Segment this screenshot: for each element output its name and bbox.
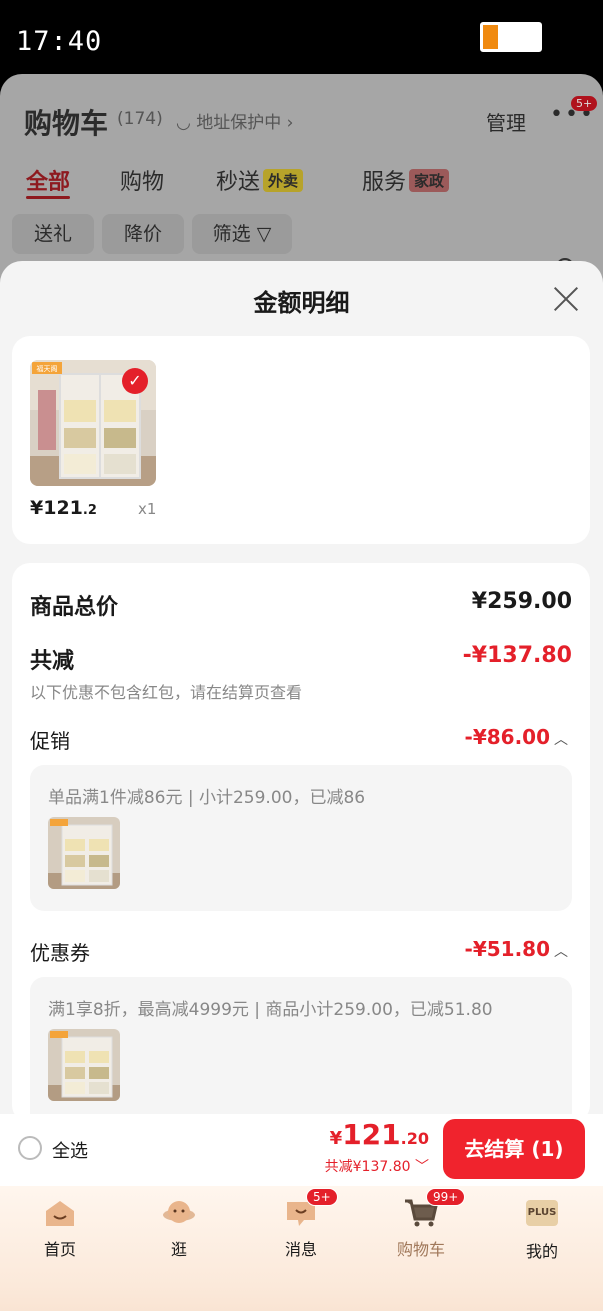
item-quantity: x1 (138, 500, 157, 518)
sheet-title: 金额明细 (253, 289, 350, 317)
cart-badge: 99+ (426, 1188, 466, 1206)
select-all-label[interactable]: 全选 (52, 1137, 88, 1163)
chip-filter[interactable]: 筛选 ▽ (192, 214, 292, 254)
promo-label: 促销 (30, 729, 70, 753)
total-value: ¥259.00 (471, 589, 572, 614)
cart-count: (174) (117, 109, 163, 129)
battery-icon (480, 22, 542, 52)
tab-messages[interactable]: 5+ 消息 (261, 1188, 341, 1260)
coupon-label: 优惠券 (30, 941, 90, 965)
close-icon[interactable] (552, 285, 580, 313)
check-icon: ✓ (122, 368, 148, 394)
chip-gift[interactable]: 送礼 (12, 214, 94, 254)
coupon-product-thumb (48, 1029, 120, 1101)
status-time: 17:40 (16, 26, 103, 57)
coupon-detail-box: 满1享8折，最高减4999元 | 商品小计259.00，已减51.80 (30, 977, 572, 1137)
tab-label: 购物车 (396, 1240, 445, 1259)
tab-home[interactable]: 首页 (20, 1198, 100, 1260)
tab-label: 消息 (284, 1240, 317, 1259)
tab-browse[interactable]: 逛 (139, 1198, 219, 1260)
chevron-up-icon: ︿ (554, 944, 568, 960)
more-badge: 5+ (571, 96, 598, 111)
checkout-bar: 全选 ¥121.20 共减¥137.80 ﹀ 去结算 (1) (0, 1114, 603, 1186)
category-tabs: 全部 购物 秒送 外卖 服务 家政 (0, 164, 603, 276)
chip-price-drop[interactable]: 降价 (102, 214, 184, 254)
message-badge: 5+ (306, 1188, 338, 1206)
message-icon: 5+ (284, 1188, 338, 1228)
discount-note: 以下优惠不包含红包，请在结算页查看 (30, 683, 303, 702)
coupon-toggle[interactable]: -¥51.80 ︿ (465, 937, 568, 961)
home-icon (43, 1198, 77, 1228)
select-all-radio[interactable] (18, 1136, 42, 1160)
tab-service[interactable]: 服务 家政 (362, 164, 450, 196)
promo-toggle[interactable]: -¥86.00 ︿ (465, 725, 568, 749)
status-bar: 17:40 (0, 0, 603, 80)
bottom-tab-bar: 首页 逛 5+ 消息 99+ 购物车 PLUS 我的 (0, 1186, 603, 1311)
item-price: ¥121.2 (30, 497, 97, 519)
tab-shopping[interactable]: 购物 (120, 164, 164, 196)
selected-items-card: 福天阁 ✓ ¥121.2 x1 (12, 336, 590, 544)
coupon-detail: 满1享8折，最高减4999元 | 商品小计259.00，已减51.80 (48, 1000, 493, 1020)
tab-mine[interactable]: PLUS 我的 (502, 1198, 582, 1262)
manage-button[interactable]: 管理 (486, 107, 526, 136)
tab-all[interactable]: 全部 (26, 164, 70, 196)
cart-icon: 99+ (404, 1188, 466, 1228)
tab-cart[interactable]: 99+ 购物车 (381, 1188, 466, 1260)
chevron-down-icon: ﹀ (410, 1159, 429, 1175)
svg-text:福天阁: 福天阁 (37, 364, 58, 373)
saved-amount[interactable]: 共减¥137.80 ﹀ (325, 1156, 429, 1176)
browse-icon (162, 1198, 196, 1228)
promo-product-thumb (48, 817, 120, 889)
housekeeping-tag: 家政 (409, 169, 450, 192)
promo-detail-box: 单品满1件减86元 | 小计259.00，已减86 (30, 765, 572, 911)
discount-value: -¥137.80 (462, 643, 572, 668)
checkout-button[interactable]: 去结算 (1) (443, 1119, 585, 1179)
shield-icon: ◡ (176, 113, 197, 133)
price-summary-card: 商品总价 ¥259.00 共减 -¥137.80 以下优惠不包含红包，请在结算页… (12, 563, 590, 1137)
promo-detail: 单品满1件减86元 | 小计259.00，已减86 (48, 788, 366, 808)
total-label: 商品总价 (30, 595, 119, 620)
address-protection[interactable]: ◡ 地址保护中 › (176, 108, 293, 133)
tab-label: 我的 (525, 1242, 558, 1261)
page-title: 购物车 (24, 107, 109, 140)
chevron-up-icon: ︿ (554, 732, 568, 748)
plus-icon: PLUS (525, 1200, 559, 1230)
tab-instant[interactable]: 秒送 外卖 (216, 164, 304, 196)
tab-label: 首页 (43, 1240, 76, 1259)
takeout-tag: 外卖 (263, 169, 304, 192)
discount-label: 共减 (30, 649, 75, 674)
tab-label: 逛 (170, 1240, 187, 1259)
total-price: ¥121.20 (329, 1118, 429, 1151)
product-image[interactable]: 福天阁 ✓ (30, 360, 156, 486)
tab-underline (26, 196, 70, 199)
